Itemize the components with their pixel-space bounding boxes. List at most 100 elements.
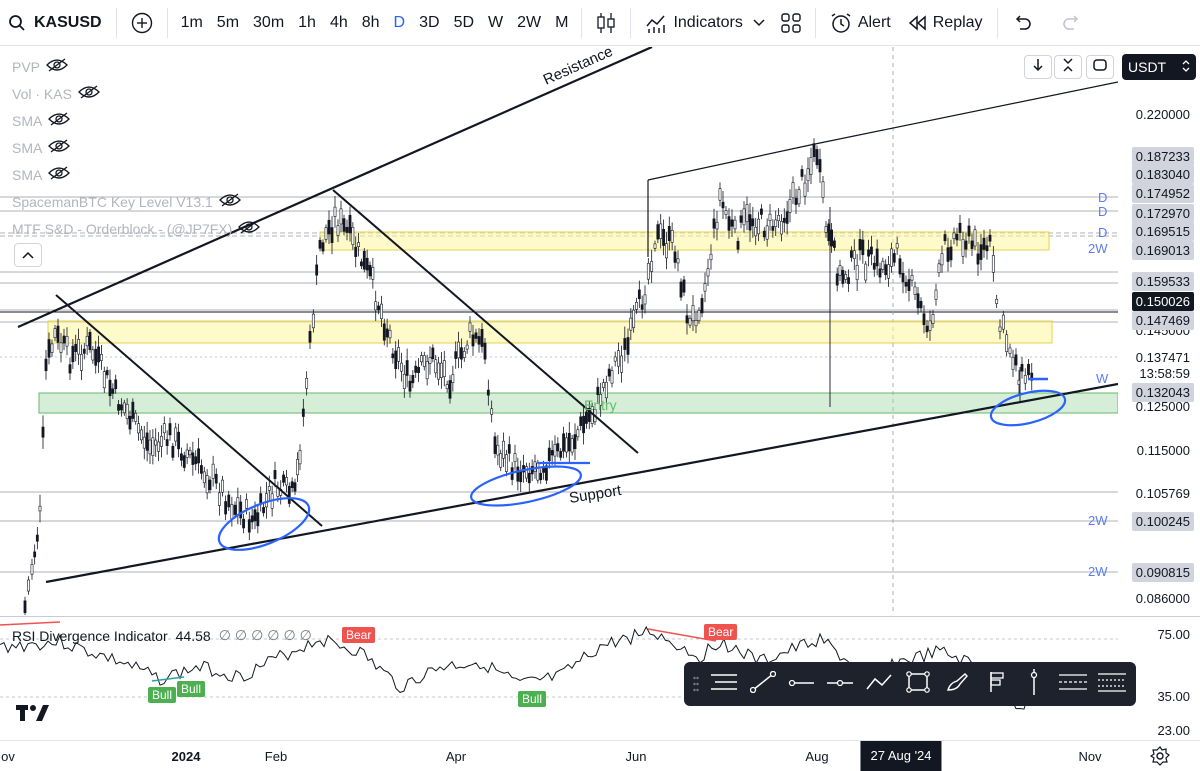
- candle-body: [160, 435, 163, 447]
- supply-zone-middle[interactable]: [47, 320, 1053, 344]
- compare-button[interactable]: [123, 0, 161, 46]
- candle-body: [727, 216, 731, 231]
- candle-body: [961, 238, 965, 257]
- templates-button[interactable]: [773, 0, 809, 46]
- candle-body: [703, 283, 707, 292]
- eye-slash-icon[interactable]: [78, 85, 100, 102]
- candle-body: [780, 221, 783, 235]
- symbol-search[interactable]: KASUSD: [0, 0, 110, 46]
- candle-body: [108, 379, 112, 397]
- indicators-button[interactable]: Indicators: [637, 0, 772, 46]
- interval-1h[interactable]: 1h: [291, 0, 323, 46]
- settings-gear-icon[interactable]: [1149, 746, 1170, 769]
- candle-body: [177, 431, 180, 450]
- candle-body: [342, 218, 346, 232]
- path-tool[interactable]: [861, 666, 897, 702]
- eye-slash-icon[interactable]: [218, 193, 241, 210]
- legend-item[interactable]: SpacemanBTC Key Level V13.1: [12, 193, 241, 210]
- interval-8h[interactable]: 8h: [355, 0, 387, 46]
- vertical-line-icon: [1029, 668, 1039, 700]
- interval-1m[interactable]: 1m: [174, 0, 210, 46]
- legend-item[interactable]: MTF S&D - Orderblock - (@JP7FX): [12, 220, 261, 237]
- drag-handle-icon[interactable]: [690, 666, 703, 702]
- vertical-line-tool[interactable]: [1016, 666, 1052, 702]
- interval-5d[interactable]: 5D: [447, 0, 481, 46]
- search-icon: [8, 14, 26, 32]
- lines-menu-button[interactable]: [706, 666, 742, 702]
- candle-body: [878, 268, 882, 278]
- price-chart-pane[interactable]: Resistance Support Entry D D D 2W W 2W 2W PVP V…: [0, 47, 1118, 615]
- candle-body: [556, 443, 560, 452]
- flag-tool[interactable]: [978, 666, 1014, 702]
- legend-item[interactable]: SMA: [12, 112, 71, 129]
- legend-item[interactable]: Vol · KAS: [12, 85, 100, 102]
- eye-slash-icon[interactable]: [48, 139, 71, 156]
- time-axis[interactable]: ov 2024 Feb Apr Jun Aug Nov 27 Aug '24: [0, 740, 1200, 771]
- eye-slash-icon[interactable]: [238, 220, 261, 237]
- channel-line-a[interactable]: [647, 143, 816, 181]
- legend-item[interactable]: SMA: [12, 166, 71, 183]
- candle-body: [931, 314, 935, 324]
- alert-button[interactable]: Alert: [822, 0, 899, 46]
- brush-tool[interactable]: [939, 666, 975, 702]
- interval-2w[interactable]: 2W: [510, 0, 548, 46]
- legend-item[interactable]: PVP: [12, 58, 68, 75]
- legend-item[interactable]: SMA: [12, 139, 71, 156]
- interval-30m[interactable]: 30m: [246, 0, 291, 46]
- candle-body: [185, 449, 189, 458]
- candle-body: [465, 344, 469, 350]
- candle-body: [576, 429, 580, 438]
- interval-5m[interactable]: 5m: [210, 0, 246, 46]
- bull-badge-1: Bull: [148, 687, 177, 703]
- horizontal-line-tool[interactable]: [822, 666, 858, 702]
- eye-slash-icon[interactable]: [48, 166, 71, 183]
- candle-body: [224, 501, 228, 515]
- price-scale[interactable]: 0.220000 0.145000 0.115000 0.086000 0.18723…: [1118, 47, 1200, 615]
- candle-body: [623, 338, 627, 350]
- collapse-button[interactable]: [1054, 55, 1082, 79]
- candle-body: [949, 246, 953, 261]
- rectangle-tool[interactable]: [900, 666, 936, 702]
- reset-button[interactable]: [1086, 55, 1114, 79]
- ray-tool[interactable]: [784, 666, 820, 702]
- level-tag: 2W: [1088, 241, 1108, 256]
- tradingview-logo-icon[interactable]: [16, 703, 52, 728]
- undo-button[interactable]: [1004, 0, 1040, 46]
- replay-button[interactable]: Replay: [899, 0, 991, 46]
- currency-select[interactable]: USDT: [1122, 54, 1196, 80]
- collapse-legend-button[interactable]: [14, 243, 42, 267]
- candle-body: [140, 429, 143, 441]
- candle-body: [629, 317, 633, 331]
- candle-body: [884, 264, 888, 276]
- chart-type-button[interactable]: [588, 0, 624, 46]
- parallel-channel-tool[interactable]: [1055, 666, 1091, 702]
- interval-4h[interactable]: 4h: [323, 0, 355, 46]
- eye-slash-icon[interactable]: [48, 112, 71, 129]
- candle-body: [318, 240, 322, 249]
- trend-line-icon: [749, 670, 776, 698]
- candle-body: [925, 325, 929, 333]
- interval-d[interactable]: D: [387, 0, 413, 46]
- candle-body: [562, 433, 565, 452]
- supply-zone-upper[interactable]: [319, 231, 1050, 251]
- interval-3d[interactable]: 3D: [412, 0, 446, 46]
- candle-body: [887, 264, 890, 279]
- resistance-trendline[interactable]: [17, 47, 653, 329]
- candle-body: [748, 214, 752, 231]
- channel-line-b[interactable]: [814, 81, 1118, 145]
- interval-w[interactable]: W: [481, 0, 510, 46]
- price-chart-canvas[interactable]: Resistance Support Entry DDD2WW2W2W: [0, 47, 1118, 615]
- fib-tool[interactable]: [1094, 666, 1130, 702]
- candle-body: [490, 408, 494, 415]
- redo-button[interactable]: [1054, 0, 1090, 46]
- candle-body: [607, 368, 611, 377]
- brush-icon: [945, 671, 969, 698]
- trend-line-tool[interactable]: [745, 666, 781, 702]
- candle-body: [425, 361, 429, 380]
- interval-m[interactable]: M: [548, 0, 575, 46]
- candle-body: [694, 319, 698, 327]
- scroll-down-button[interactable]: [1024, 55, 1052, 79]
- candle-body: [847, 277, 850, 285]
- candle-body: [134, 412, 138, 422]
- eye-slash-icon[interactable]: [46, 58, 68, 75]
